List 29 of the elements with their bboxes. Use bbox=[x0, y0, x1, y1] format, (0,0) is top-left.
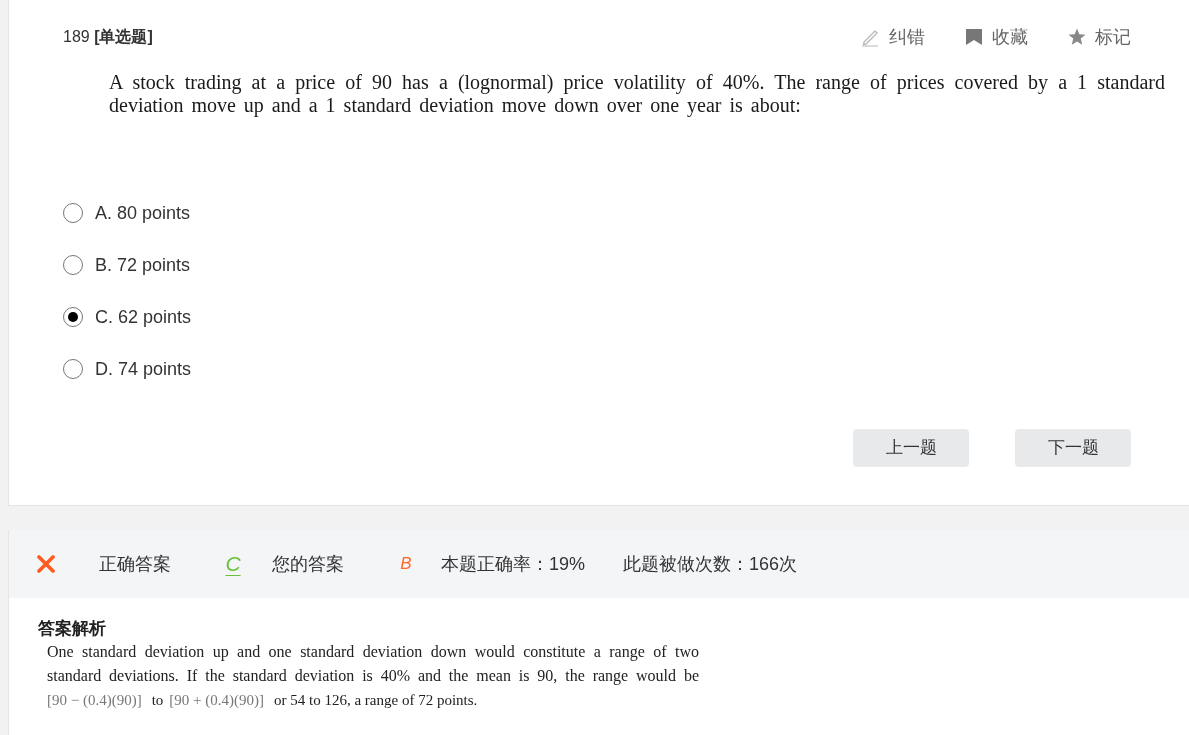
star-icon bbox=[1068, 28, 1086, 46]
next-question-button[interactable]: 下一题 bbox=[1015, 429, 1131, 467]
question-number: 189 [单选题] bbox=[63, 27, 153, 47]
answer-letter: C bbox=[225, 552, 241, 576]
stat-text: 本题正确率：19% bbox=[441, 553, 586, 575]
formula: [90 − (0.4)(90)] bbox=[47, 691, 142, 710]
report-error-button[interactable]: 纠错 bbox=[860, 26, 925, 48]
explanation-title: 答案解析 bbox=[38, 618, 106, 640]
previous-question-button[interactable]: 上一题 bbox=[853, 429, 969, 467]
radio-button[interactable] bbox=[63, 307, 83, 327]
answer-label: 正确答案 bbox=[99, 553, 171, 575]
explanation-text: to bbox=[151, 691, 164, 710]
explanation-text: or 54 to 126, a range of 72 points. bbox=[274, 691, 478, 710]
answer-letter: B bbox=[399, 553, 413, 575]
formula: [90 + (0.4)(90)] bbox=[169, 691, 265, 710]
mark-button[interactable]: 标记 bbox=[1068, 26, 1131, 48]
question-text: A stock trading at a price of 90 has a (lognormal) price volatility of 40%. The range of prices covered by a 1 standard deviation move up and a 1 standard deviation move down over one year is about: bbox=[109, 71, 1165, 117]
explanation-text: One standard deviation up and one standard deviation down would constitute a range of two standard deviations. If the standard deviation is 40% and the mean is 90, the range would be bbox=[47, 642, 699, 687]
favorite-button[interactable]: 收藏 bbox=[965, 26, 1028, 48]
radio-button[interactable] bbox=[63, 359, 83, 379]
radio-button[interactable] bbox=[63, 203, 83, 223]
stat-text: 此题被做次数：166次 bbox=[623, 553, 798, 575]
option-label[interactable]: D. 74 points bbox=[95, 358, 192, 380]
radio-button[interactable] bbox=[63, 255, 83, 275]
bookmark-icon bbox=[965, 28, 983, 46]
option-label[interactable]: B. 72 points bbox=[95, 254, 191, 276]
answer-label: 您的答案 bbox=[272, 553, 344, 575]
option-label[interactable]: C. 62 points bbox=[95, 306, 192, 328]
option-label[interactable]: A. 80 points bbox=[95, 202, 191, 224]
